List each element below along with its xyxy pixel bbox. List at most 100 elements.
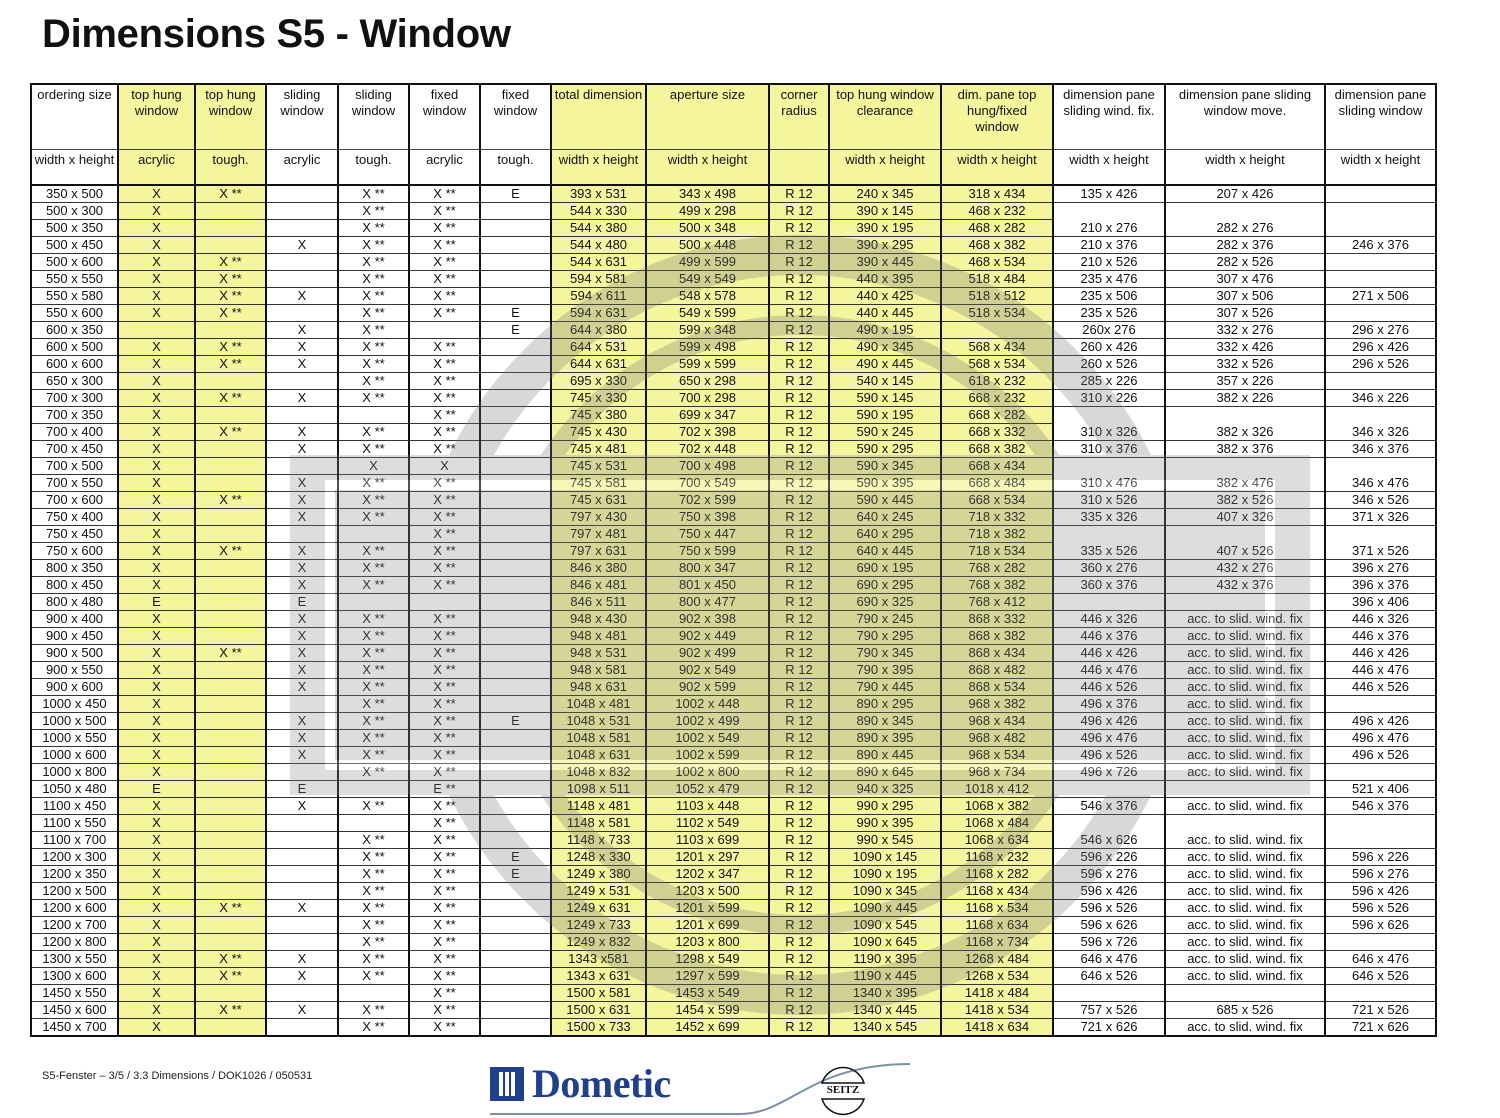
table-cell: 446 x 526 — [1052, 678, 1166, 696]
table-cell: 1148 x 581 — [550, 814, 647, 832]
table-cell: X ** — [337, 712, 410, 730]
table-cell: 518 x 534 — [940, 304, 1054, 322]
table-cell: 518 x 512 — [940, 287, 1054, 305]
table-cell: 1052 x 479 — [645, 780, 770, 798]
table-cell: 846 x 511 — [550, 593, 647, 611]
table-cell: 800 x 450 — [30, 576, 119, 594]
table-cell: X ** — [337, 678, 410, 696]
table-cell: 700 x 350 — [30, 406, 119, 424]
table-cell: 343 x 498 — [645, 185, 770, 203]
column-subheader: width x height — [828, 149, 942, 186]
table-cell: 1168 x 434 — [940, 882, 1054, 900]
table-cell — [194, 780, 267, 798]
table-cell: X ** — [408, 644, 481, 662]
table-cell — [337, 780, 410, 798]
table-cell: 690 x 295 — [828, 576, 942, 594]
table-cell: 500 x 348 — [645, 219, 770, 237]
table-cell — [1324, 202, 1437, 220]
table-cell: R 12 — [768, 746, 830, 764]
table-cell: 868 x 534 — [940, 678, 1054, 696]
table-cell: R 12 — [768, 729, 830, 747]
table-cell: 468 x 282 — [940, 219, 1054, 237]
table-cell: 390 x 295 — [828, 236, 942, 254]
table-cell — [408, 321, 481, 339]
table-cell: 1048 x 481 — [550, 695, 647, 713]
table-cell: 407 x 326 — [1164, 508, 1326, 526]
table-cell: 646 x 526 — [1324, 967, 1437, 985]
table-cell: X — [265, 559, 339, 577]
table-cell: 1000 x 450 — [30, 695, 119, 713]
table-cell: 500 x 450 — [30, 236, 119, 254]
table-cell: 1200 x 800 — [30, 933, 119, 951]
table-cell: X ** — [408, 627, 481, 645]
table-cell: 1048 x 531 — [550, 712, 647, 730]
table-cell: 1068 x 382 — [940, 797, 1054, 815]
table-cell: 1500 x 631 — [550, 1001, 647, 1019]
table-cell: X — [117, 525, 196, 543]
table-cell: R 12 — [768, 338, 830, 356]
table-row: 1200 x 800 X X ** X ** 1249 x 832 1203 x 800 R… — [30, 933, 1437, 951]
table-cell: X ** — [194, 185, 267, 203]
table-cell: X ** — [194, 644, 267, 662]
table-cell: R 12 — [768, 253, 830, 271]
table-cell — [479, 559, 552, 577]
table-cell: 1203 x 500 — [645, 882, 770, 900]
table-cell: 1249 x 631 — [550, 899, 647, 917]
table-cell: X — [265, 729, 339, 747]
table-cell — [194, 440, 267, 458]
table-cell: 800 x 480 — [30, 593, 119, 611]
table-cell: X ** — [337, 916, 410, 934]
table-cell: X — [117, 712, 196, 730]
table-cell: X ** — [408, 474, 481, 492]
table-cell — [194, 814, 267, 832]
table-row: 1300 x 600 X X ** X X ** X ** 1343 x 631 1297 x… — [30, 967, 1437, 985]
table-cell: X — [265, 899, 339, 917]
table-cell: 690 x 325 — [828, 593, 942, 611]
table-cell: 700 x 600 — [30, 491, 119, 509]
table-cell: acc. to slid. wind. fix — [1164, 746, 1326, 764]
table-cell: X ** — [337, 1001, 410, 1019]
table-cell: 1090 x 195 — [828, 865, 942, 883]
table-cell — [194, 848, 267, 866]
table-cell: 644 x 531 — [550, 338, 647, 356]
table-cell: X ** — [408, 355, 481, 373]
table-cell: 797 x 631 — [550, 542, 647, 560]
table-row: 600 x 350 X X ** E 644 x 380 599 x 348 R 12 490… — [30, 321, 1437, 339]
table-cell: X ** — [194, 1001, 267, 1019]
table-cell: X ** — [337, 899, 410, 917]
table-cell: 490 x 445 — [828, 355, 942, 373]
table-cell — [194, 661, 267, 679]
table-cell — [194, 712, 267, 730]
table-row: 1000 x 550 X X X ** X ** 1048 x 581 1002 x 549… — [30, 729, 1437, 747]
table-cell: 235 x 526 — [1052, 304, 1166, 322]
table-cell: R 12 — [768, 814, 830, 832]
table-cell: E — [117, 593, 196, 611]
table-row: 800 x 450 X X X ** X ** 846 x 481 801 x 450 R 1… — [30, 576, 1437, 594]
table-cell — [479, 525, 552, 543]
table-cell: 544 x 480 — [550, 236, 647, 254]
table-cell: X ** — [194, 423, 267, 441]
column-subheader: width x height — [940, 149, 1054, 186]
table-cell: 902 x 449 — [645, 627, 770, 645]
table-cell — [337, 814, 410, 832]
table-row: 1450 x 600 X X ** X X ** X ** 1500 x 631 1454 x… — [30, 1001, 1437, 1019]
table-cell: R 12 — [768, 950, 830, 968]
table-cell: X — [117, 899, 196, 917]
table-cell: X — [117, 950, 196, 968]
table-cell: R 12 — [768, 797, 830, 815]
table-cell: 1100 x 550 — [30, 814, 119, 832]
table-cell: 446 x 526 — [1324, 678, 1437, 696]
column-subheader: acrylic — [408, 149, 481, 186]
table-cell — [265, 695, 339, 713]
table-cell: R 12 — [768, 899, 830, 917]
table-cell: R 12 — [768, 967, 830, 985]
table-cell: 499 x 298 — [645, 202, 770, 220]
table-row: 900 x 450 X X X ** X ** 948 x 481 902 x 449 R 1… — [30, 627, 1437, 645]
table-cell: 718 x 332 — [940, 508, 1054, 526]
table-cell: acc. to slid. wind. fix — [1164, 899, 1326, 917]
table-cell: R 12 — [768, 644, 830, 662]
table-cell: 596 x 226 — [1324, 848, 1437, 866]
table-cell: 700 x 549 — [645, 474, 770, 492]
table-cell: X ** — [337, 610, 410, 628]
table-cell: 1500 x 581 — [550, 984, 647, 1002]
